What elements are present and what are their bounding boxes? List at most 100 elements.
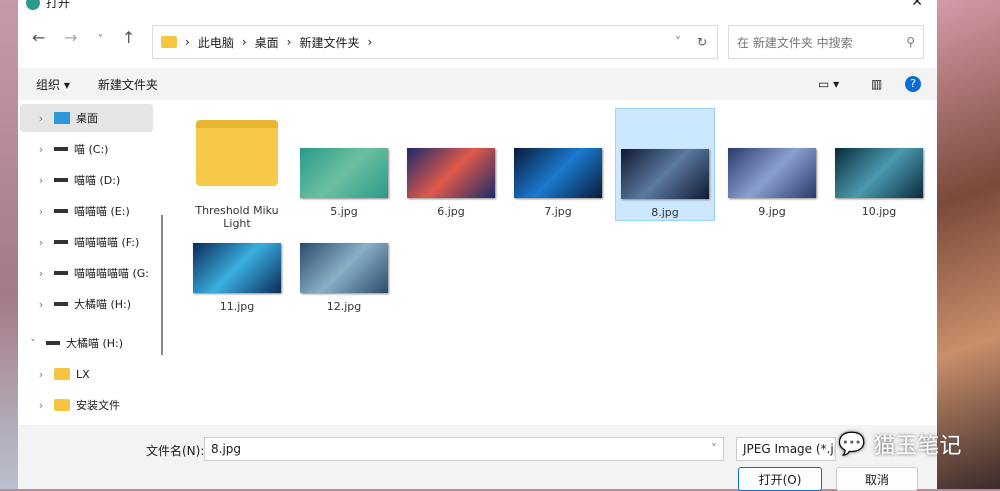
toolbar: 组织 ▾ 新建文件夹 ▭ ▾ ▥ ?: [18, 68, 937, 100]
chevron-down-icon[interactable]: ˅: [675, 35, 681, 49]
close-icon[interactable]: ✕: [911, 0, 923, 10]
image-thumbnail: [835, 148, 923, 198]
sidebar-item[interactable]: › LX: [20, 360, 153, 388]
image-thumbnail: [514, 148, 602, 198]
image-thumbnail: [300, 243, 388, 293]
sidebar-item-label: 桌面: [76, 112, 98, 125]
file-name: 11.jpg: [219, 300, 255, 313]
sidebar-item[interactable]: › 喵喵喵喵喵 (G:: [20, 259, 153, 287]
wechat-icon: 💬: [838, 431, 866, 457]
drive-icon: [54, 271, 68, 275]
filetype-select[interactable]: JPEG Image (*.jpg: [736, 437, 836, 461]
new-folder-button[interactable]: 新建文件夹: [98, 76, 158, 93]
sidebar-item-label: 喵 (C:): [74, 143, 109, 156]
sidebar-item[interactable]: › 喵 (C:): [20, 135, 153, 163]
sidebar-item-label: 大橘喵 (H:): [66, 337, 124, 350]
chevron-down-icon[interactable]: ˅: [26, 337, 40, 350]
chevron-right-icon[interactable]: ›: [34, 143, 48, 156]
open-button[interactable]: 打开(O): [738, 467, 822, 491]
sidebar-item[interactable]: › 喵喵喵喵 (F:): [20, 228, 153, 256]
file-name: Threshold Miku Light: [195, 204, 279, 230]
recent-dropdown-icon[interactable]: ˅: [98, 34, 103, 45]
chevron-right-icon[interactable]: ›: [34, 368, 48, 381]
filename-value: 8.jpg: [211, 442, 242, 456]
dialog-title: 打开: [46, 0, 71, 10]
sidebar-item[interactable]: › 喵喵 (D:): [20, 166, 153, 194]
breadcrumb-item[interactable]: 新建文件夹: [299, 34, 359, 51]
file-name: 10.jpg: [861, 205, 897, 218]
drive-icon: [54, 302, 68, 306]
filename-input[interactable]: 8.jpg ˅: [204, 437, 724, 461]
image-thumbnail: [621, 149, 709, 199]
image-thumbnail: [407, 148, 495, 198]
sidebar-item[interactable]: › 大橘喵 (H:): [20, 290, 153, 318]
file-name: 5.jpg: [330, 205, 358, 218]
organize-button[interactable]: 组织 ▾: [36, 76, 70, 93]
drive-icon: [46, 341, 60, 345]
chevron-right-icon[interactable]: ›: [34, 298, 48, 311]
chevron-right-icon[interactable]: ›: [34, 205, 48, 218]
file-item[interactable]: 8.jpg: [615, 108, 715, 221]
chevron-down-icon[interactable]: ˅: [711, 442, 717, 456]
help-icon[interactable]: ?: [905, 76, 921, 92]
file-name: 7.jpg: [544, 205, 572, 218]
sidebar-item-label: 喵喵喵喵喵 (G:: [74, 267, 150, 280]
folder-icon: [54, 399, 70, 411]
up-icon[interactable]: ↑: [122, 28, 135, 47]
watermark: 💬 猫玉笔记: [838, 428, 961, 460]
forward-icon[interactable]: →: [64, 28, 77, 47]
chevron-right-icon[interactable]: ›: [34, 267, 48, 280]
chevron-right-icon[interactable]: ›: [34, 399, 48, 412]
desktop-icon: [54, 112, 70, 124]
file-item[interactable]: 12.jpg: [294, 240, 394, 315]
desktop-background-right: [937, 0, 1000, 489]
sidebar-item-label: 大橘喵 (H:): [74, 298, 132, 311]
file-name: 12.jpg: [326, 300, 362, 313]
chevron-right-icon[interactable]: ›: [34, 112, 48, 125]
bottom-bar: 文件名(N): 8.jpg ˅ JPEG Image (*.jpg 打开(O) 取…: [18, 425, 937, 491]
sidebar-item[interactable]: › 桌面: [20, 104, 153, 132]
file-name: 9.jpg: [758, 205, 786, 218]
back-icon[interactable]: ←: [32, 28, 45, 47]
folder-icon: [196, 120, 278, 186]
sidebar-item-label: 喵喵喵喵 (F:): [74, 236, 140, 249]
breadcrumb-item[interactable]: 桌面: [255, 34, 279, 51]
file-item[interactable]: 5.jpg: [294, 108, 394, 221]
title-bar: 打开: [26, 0, 70, 11]
sidebar-item-label: 安装文件: [76, 399, 120, 412]
image-thumbnail: [193, 243, 281, 293]
search-icon: ⚲: [906, 35, 915, 49]
preview-pane-icon[interactable]: ▥: [871, 77, 882, 91]
navigation-pane: › 桌面 › 喵 (C:) › 喵喵 (D:) › 喵喵喵 (E:) › 喵喵喵喵 (F:) › 喵喵…: [18, 100, 168, 425]
drive-icon: [54, 178, 68, 182]
file-name: 6.jpg: [437, 205, 465, 218]
view-options-icon[interactable]: ▭ ▾: [818, 77, 839, 91]
sidebar-item[interactable]: › 安装文件: [20, 391, 153, 419]
filetype-value: JPEG Image (*.jpg: [743, 442, 835, 456]
desktop-background-left: [0, 0, 18, 489]
cancel-button[interactable]: 取消: [836, 467, 918, 491]
filename-label: 文件名(N):: [146, 444, 205, 458]
chevron-right-icon[interactable]: ›: [34, 174, 48, 187]
refresh-icon[interactable]: ↻: [697, 35, 707, 49]
file-item[interactable]: 7.jpg: [508, 108, 608, 221]
image-thumbnail: [300, 148, 388, 198]
sidebar-item[interactable]: › 喵喵喵 (E:): [20, 197, 153, 225]
file-item[interactable]: 11.jpg: [187, 240, 287, 315]
folder-item[interactable]: Threshold Miku Light: [187, 108, 287, 230]
breadcrumb-item[interactable]: 此电脑: [198, 34, 234, 51]
app-icon: [26, 0, 40, 10]
sidebar-item-label: LX: [76, 367, 90, 381]
file-item[interactable]: 9.jpg: [722, 108, 822, 221]
sidebar-scrollbar[interactable]: [161, 215, 163, 355]
drive-icon: [54, 209, 68, 213]
address-bar[interactable]: › 此电脑 › 桌面 › 新建文件夹 › ˅ ↻: [152, 25, 718, 59]
file-name: 8.jpg: [651, 206, 679, 219]
file-item[interactable]: 6.jpg: [401, 108, 501, 221]
sidebar-item[interactable]: ˅ 大橘喵 (H:): [20, 329, 153, 357]
folder-icon: [161, 36, 177, 48]
file-item[interactable]: 10.jpg: [829, 108, 929, 221]
search-input[interactable]: 在 新建文件夹 中搜索 ⚲: [728, 25, 924, 59]
folder-icon: [54, 368, 70, 380]
chevron-right-icon[interactable]: ›: [34, 236, 48, 249]
